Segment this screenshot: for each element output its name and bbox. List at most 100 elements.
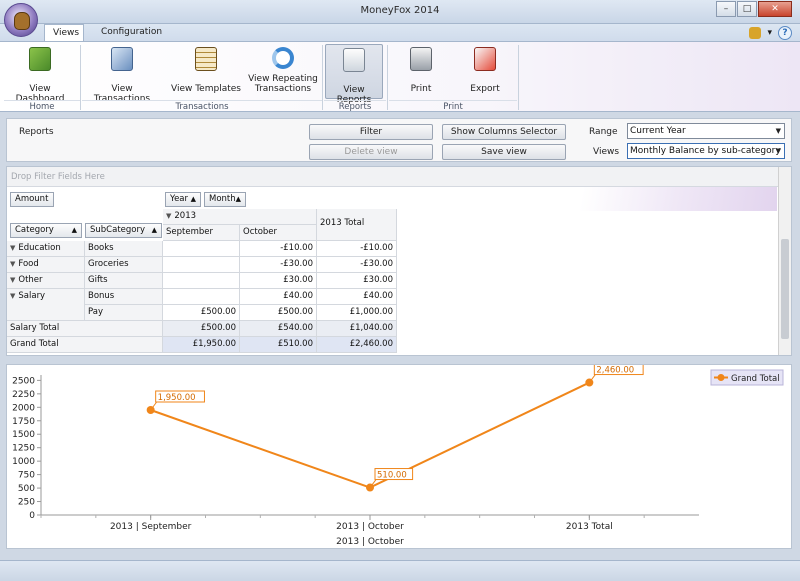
subcategory-cell: Pay bbox=[85, 305, 163, 321]
view-templates-button[interactable]: View Templates bbox=[170, 44, 242, 99]
collapse-icon[interactable]: ▼ bbox=[10, 244, 15, 252]
close-icon[interactable]: ✕ bbox=[758, 1, 792, 17]
year-total-header: 2013 Total bbox=[317, 209, 397, 241]
data-label: 2,460.00 bbox=[596, 366, 634, 376]
y-tick-label: 1500 bbox=[12, 430, 35, 440]
table-cell bbox=[163, 273, 240, 289]
y-tick-label: 250 bbox=[18, 498, 35, 508]
year-field-button[interactable]: Year ▲ bbox=[165, 192, 201, 207]
question-icon[interactable]: ? bbox=[778, 26, 792, 40]
vertical-scrollbar[interactable] bbox=[778, 167, 791, 355]
views-select-value: Monthly Balance by sub-category bbox=[630, 146, 781, 156]
year-field-label: Year bbox=[170, 194, 188, 204]
y-tick-label: 750 bbox=[18, 471, 35, 481]
printer-icon bbox=[410, 47, 432, 71]
view-transactions-button[interactable]: View Transactions bbox=[84, 44, 160, 104]
table-cell: £510.00 bbox=[240, 337, 317, 353]
series-line bbox=[150, 381, 590, 489]
table-cell: £1,000.00 bbox=[317, 305, 397, 321]
collapse-icon[interactable]: ▼ bbox=[10, 292, 15, 300]
view-dashboard-button[interactable]: View Dashboard bbox=[4, 44, 76, 104]
filter-button[interactable]: Filter bbox=[309, 124, 433, 140]
x-tick-label: 2013 | October bbox=[336, 522, 404, 532]
tab-configuration[interactable]: Configuration bbox=[93, 24, 170, 42]
delete-view-button[interactable]: Delete view bbox=[309, 144, 433, 160]
y-tick-label: 1750 bbox=[12, 417, 35, 427]
table-cell: £500.00 bbox=[163, 321, 240, 337]
reports-icon bbox=[343, 48, 365, 72]
legend-swatch-marker bbox=[717, 374, 725, 381]
subcategory-field-button[interactable]: SubCategory ▲ bbox=[85, 223, 162, 238]
amount-field-button[interactable]: Amount bbox=[10, 192, 54, 207]
year-header-label: 2013 bbox=[174, 211, 197, 221]
range-select[interactable]: Current Year ▼ bbox=[627, 123, 785, 139]
reports-title: Reports bbox=[19, 127, 54, 137]
window-controls: – □ ✕ bbox=[715, 1, 792, 17]
save-view-button[interactable]: Save view bbox=[442, 144, 566, 160]
category-cell[interactable]: ▼ Education bbox=[7, 241, 85, 257]
category-label: Food bbox=[18, 259, 39, 269]
table-cell: £2,460.00 bbox=[317, 337, 397, 353]
table-cell: £40.00 bbox=[317, 289, 397, 305]
category-label: Salary bbox=[18, 291, 46, 301]
templates-icon bbox=[195, 47, 217, 71]
table-cell: £1,040.00 bbox=[317, 321, 397, 337]
view-repeating-transactions-button[interactable]: View Repeating Transactions bbox=[246, 44, 320, 99]
table-cell: £500.00 bbox=[163, 305, 240, 321]
minimize-icon[interactable]: – bbox=[716, 1, 736, 17]
grand-total-label: Grand Total bbox=[7, 337, 163, 353]
y-tick-label: 2000 bbox=[12, 403, 35, 413]
view-reports-button[interactable]: View Reports bbox=[325, 44, 383, 105]
table-cell bbox=[163, 289, 240, 305]
status-bar bbox=[0, 560, 800, 581]
category-cell[interactable]: ▼ Salary bbox=[7, 289, 85, 321]
table-cell: £30.00 bbox=[240, 273, 317, 289]
line-chart: 0 250 500 750 1000 1250 1500 1750 2000 2250 2500 20… bbox=[12, 363, 784, 547]
category-label: Other bbox=[18, 275, 43, 285]
views-select[interactable]: Monthly Balance by sub-category ▼ bbox=[627, 143, 785, 159]
expand-icon[interactable]: ▼ bbox=[166, 212, 171, 220]
month-field-button[interactable]: Month ▲ bbox=[204, 192, 246, 207]
category-cell[interactable]: ▼ Food bbox=[7, 257, 85, 273]
export-button[interactable]: Export bbox=[460, 44, 510, 99]
subcategory-field-label: SubCategory bbox=[90, 225, 146, 235]
y-tick-label: 1000 bbox=[12, 457, 35, 467]
table-cell: -£30.00 bbox=[317, 257, 397, 273]
tab-views[interactable]: Views bbox=[44, 24, 84, 42]
help-area: ▾ ? bbox=[749, 26, 792, 40]
transactions-icon bbox=[111, 47, 133, 71]
ribbon-group-home: Home bbox=[4, 100, 80, 112]
year-header[interactable]: ▼ 2013 bbox=[163, 209, 317, 225]
subcategory-cell: Bonus bbox=[85, 289, 163, 305]
sort-asc-icon: ▲ bbox=[151, 226, 157, 234]
legend-label: Grand Total bbox=[731, 374, 780, 384]
table-cell: £30.00 bbox=[317, 273, 397, 289]
chevron-down-icon[interactable]: ▾ bbox=[767, 28, 772, 38]
collapse-icon[interactable]: ▼ bbox=[10, 260, 15, 268]
y-tick-label: 500 bbox=[18, 484, 35, 494]
month-field-label: Month bbox=[209, 194, 236, 204]
theme-brush-icon[interactable] bbox=[749, 27, 762, 39]
drop-filter-area[interactable]: Drop Filter Fields Here bbox=[7, 167, 779, 187]
y-tick-label: 2250 bbox=[12, 390, 35, 400]
category-field-button[interactable]: Category ▲ bbox=[10, 223, 82, 238]
pivot-grid: Drop Filter Fields Here Amount Year ▲ Mon… bbox=[6, 166, 792, 356]
subcategory-cell: Groceries bbox=[85, 257, 163, 273]
x-tick-label: 2013 | September bbox=[110, 522, 192, 532]
export-label: Export bbox=[470, 84, 500, 94]
ribbon-group-reports: Reports bbox=[324, 100, 386, 112]
table-cell bbox=[163, 241, 240, 257]
ribbon-group-transactions: Transactions bbox=[82, 100, 322, 112]
collapse-icon[interactable]: ▼ bbox=[10, 276, 15, 284]
subcategory-cell: Books bbox=[85, 241, 163, 257]
print-button[interactable]: Print bbox=[396, 44, 446, 99]
scrollbar-thumb[interactable] bbox=[781, 239, 789, 339]
show-columns-selector-button[interactable]: Show Columns Selector bbox=[442, 124, 566, 140]
maximize-icon[interactable]: □ bbox=[737, 1, 757, 17]
data-label: 510.00 bbox=[377, 471, 407, 481]
chevron-down-icon: ▼ bbox=[775, 127, 781, 135]
app-logo-icon[interactable] bbox=[4, 3, 38, 37]
table-cell: -£30.00 bbox=[240, 257, 317, 273]
category-cell[interactable]: ▼ Other bbox=[7, 273, 85, 289]
window-title: MoneyFox 2014 bbox=[360, 5, 440, 16]
